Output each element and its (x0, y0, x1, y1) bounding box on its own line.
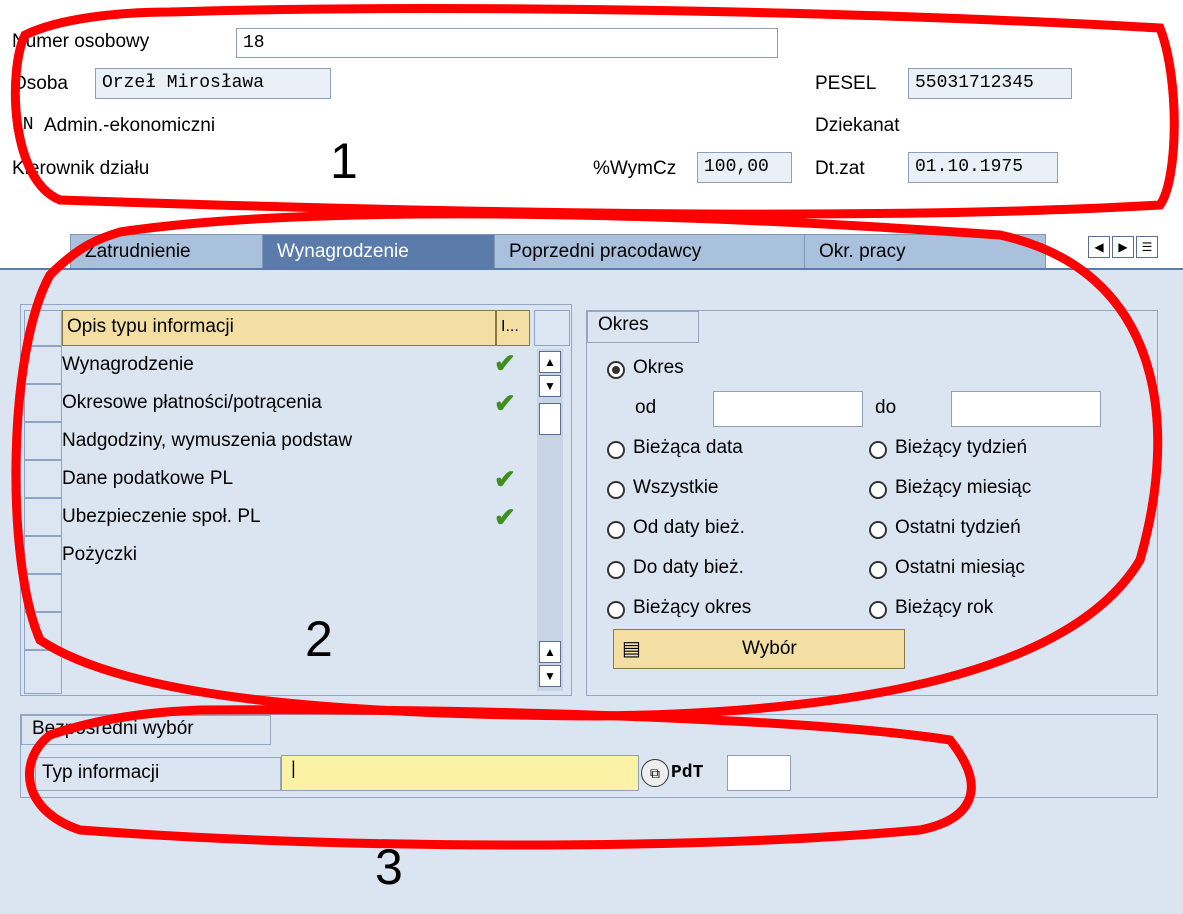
osoba-field: Orzeł Mirosława (95, 68, 331, 99)
infotype-table-box: Opis typu informacji I... Wynagrodzenie … (20, 304, 572, 696)
wymcz-field: 100,00 (697, 152, 792, 183)
nn-value: Admin.-ekonomiczni (44, 115, 216, 136)
numer-osobowy-label: Numer osobowy (12, 31, 150, 52)
annotation-number-3: 3 (375, 839, 403, 895)
table-scrollbar[interactable]: ▲ ▼ ▲ ▼ (537, 349, 563, 691)
tab-strip: Zatrudnienie Wynagrodzenie Poprzedni pra… (0, 212, 1183, 270)
list-item[interactable]: Ubezpieczenie społ. PL (62, 498, 261, 536)
radio-label: Bieżący rok (895, 597, 994, 618)
annotation-number-2: 2 (305, 611, 333, 667)
radio-label: Ostatni miesiąc (895, 557, 1025, 578)
radio-okres-label: Okres (633, 357, 684, 378)
column-settings[interactable] (534, 310, 570, 346)
check-icon: ✔ (494, 464, 516, 494)
tab-wynagrodzenie[interactable]: Wynagrodzenie (262, 234, 496, 270)
check-icon: ✔ (494, 502, 516, 532)
radio-label: Bieżący miesiąc (895, 477, 1032, 498)
radio-label: Ostatni tydzień (895, 517, 1021, 538)
wymcz-label: %WymCz (593, 158, 677, 179)
row-selector[interactable] (24, 498, 62, 536)
selection-icon: ▤ (622, 638, 641, 660)
tab-list-icon[interactable]: ☰ (1136, 236, 1158, 258)
row-selector[interactable] (24, 384, 62, 422)
row-selector[interactable] (24, 422, 62, 460)
radio-label: Od daty bież. (633, 517, 745, 538)
radio-label: Bieżąca data (633, 437, 743, 458)
column-header-i[interactable]: I... (496, 310, 530, 346)
row-selector[interactable] (24, 536, 62, 574)
search-help-icon[interactable]: ⧉ (641, 759, 669, 787)
do-date-input[interactable] (951, 391, 1101, 427)
wybor-button[interactable]: ▤ Wybór (613, 629, 905, 669)
pdt-label: PdT (671, 763, 704, 783)
osoba-label: Osoba (12, 73, 68, 94)
dziekanat-text: Dziekanat (815, 115, 900, 136)
row-selector[interactable] (24, 460, 62, 498)
pesel-field: 55031712345 (908, 68, 1072, 99)
okres-title: Okres (587, 311, 699, 343)
bezposredni-title: Bezpośredni wybór (21, 715, 271, 745)
wybor-button-label: Wybór (742, 638, 797, 659)
tab-scroll-left-icon[interactable]: ◀ (1088, 236, 1110, 258)
radio-okres[interactable] (607, 361, 625, 379)
tab-poprzedni-pracodawcy[interactable]: Poprzedni pracodawcy (494, 234, 806, 270)
typ-informacji-label: Typ informacji (35, 757, 281, 791)
row-selector[interactable] (24, 346, 62, 384)
radio-label: Do daty bież. (633, 557, 744, 578)
radio-ostatni-miesiac[interactable] (869, 561, 887, 579)
scroll-up-icon[interactable]: ▲ (539, 351, 561, 373)
od-date-input[interactable] (713, 391, 863, 427)
scroll-thumb[interactable] (539, 403, 561, 435)
radio-biezacy-okres[interactable] (607, 601, 625, 619)
radio-label: Wszystkie (633, 477, 719, 498)
tab-scroll-controls: ◀ ▶ ☰ (1088, 234, 1180, 260)
list-item[interactable]: Wynagrodzenie (62, 346, 194, 384)
table-body: Wynagrodzenie ✔ Okresowe płatności/potrą… (24, 346, 532, 694)
check-icon: ✔ (494, 348, 516, 378)
do-label: do (875, 397, 897, 418)
od-label: od (635, 397, 657, 418)
scroll-page-up-icon[interactable]: ▲ (539, 641, 561, 663)
bezposredni-groupbox: Bezpośredni wybór Typ informacji | ⧉ PdT (20, 714, 1158, 798)
kierownik-text: Kierownik działu (12, 158, 150, 179)
table-header-row: Opis typu informacji I... (24, 310, 570, 346)
tab-scroll-right-icon[interactable]: ▶ (1112, 236, 1134, 258)
list-item[interactable]: Dane podatkowe PL (62, 460, 233, 498)
pesel-label: PESEL (815, 73, 877, 94)
column-header-opis[interactable]: Opis typu informacji (62, 310, 496, 346)
list-item[interactable]: Pożyczki (62, 536, 137, 574)
radio-biezaca-data[interactable] (607, 441, 625, 459)
nn-label: NN (12, 115, 34, 135)
radio-wszystkie[interactable] (607, 481, 625, 499)
pdt-input[interactable] (727, 755, 791, 791)
list-item[interactable]: Nadgodziny, wymuszenia podstaw (62, 422, 352, 460)
row-selector[interactable] (24, 650, 62, 694)
radio-label: Bieżący okres (633, 597, 752, 618)
radio-do-daty[interactable] (607, 561, 625, 579)
okres-groupbox: Okres Okres od do Bieżąca data Bieżący t… (586, 310, 1158, 696)
list-item[interactable]: Okresowe płatności/potrącenia (62, 384, 322, 422)
tab-okr-pracy[interactable]: Okr. pracy (804, 234, 1046, 270)
radio-label: Bieżący tydzień (895, 437, 1028, 458)
radio-biezacy-rok[interactable] (869, 601, 887, 619)
scroll-page-down-icon[interactable]: ▼ (539, 375, 561, 397)
radio-ostatni-tydzien[interactable] (869, 521, 887, 539)
row-selector[interactable] (24, 574, 62, 612)
table-select-all[interactable] (24, 310, 62, 346)
radio-biezacy-tydzien[interactable] (869, 441, 887, 459)
row-selector[interactable] (24, 612, 62, 650)
radio-od-daty[interactable] (607, 521, 625, 539)
annotation-number-1: 1 (330, 133, 358, 189)
radio-biezacy-miesiac[interactable] (869, 481, 887, 499)
check-icon: ✔ (494, 388, 516, 418)
numer-osobowy-input[interactable]: 18 (236, 28, 778, 58)
dtzat-label: Dt.zat (815, 158, 865, 179)
dtzat-field: 01.10.1975 (908, 152, 1058, 183)
scroll-down-icon[interactable]: ▼ (539, 665, 561, 687)
typ-informacji-input[interactable]: | (281, 755, 639, 791)
tab-content-panel: Opis typu informacji I... Wynagrodzenie … (0, 268, 1183, 914)
tab-zatrudnienie[interactable]: Zatrudnienie (70, 234, 266, 270)
